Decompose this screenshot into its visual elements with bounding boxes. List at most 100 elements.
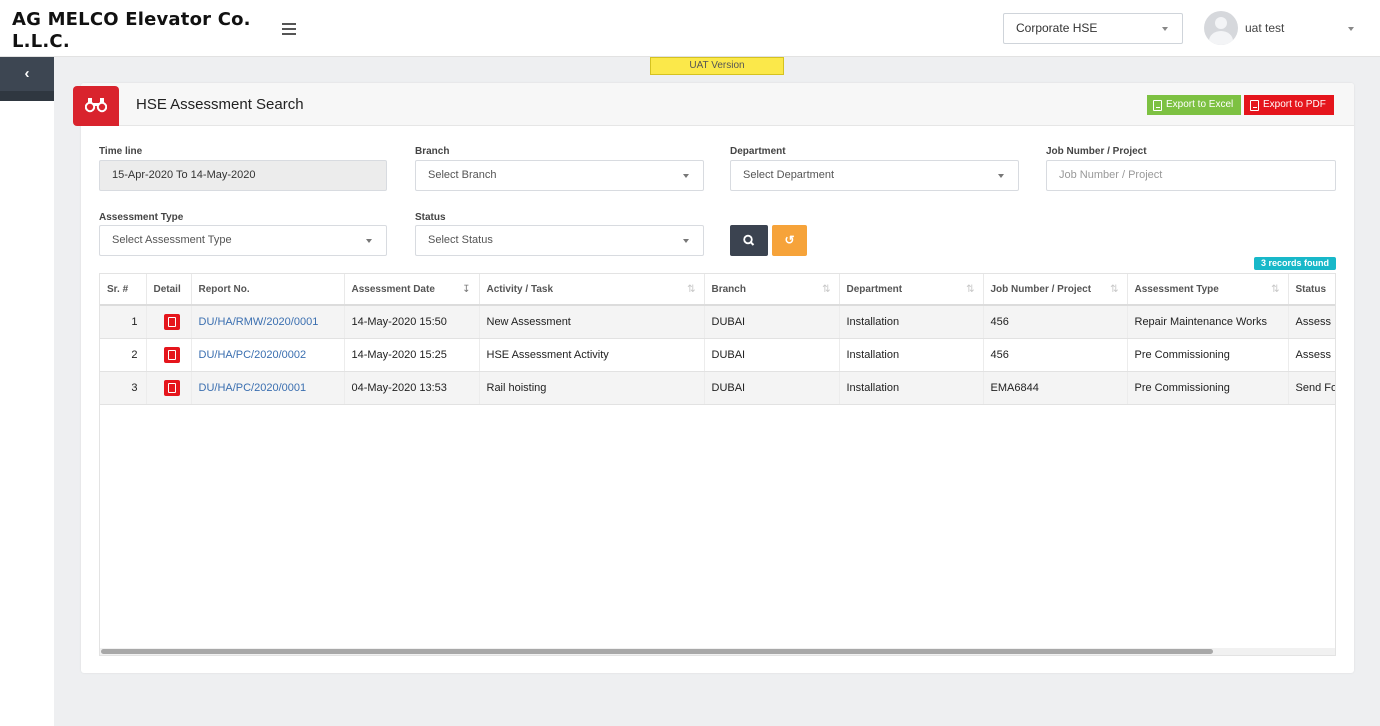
- scrollbar-thumb[interactable]: [101, 649, 1213, 654]
- job-number-field[interactable]: [1046, 160, 1336, 191]
- cell-detail: [146, 305, 192, 339]
- timeline-value: 15-Apr-2020 To 14-May-2020: [112, 169, 256, 181]
- results-table: Sr. # Detail Report No. Assessment Date ↧…: [99, 273, 1336, 656]
- branch-placeholder: Select Branch: [428, 169, 497, 181]
- role-select[interactable]: Corporate HSE: [1003, 13, 1183, 44]
- assessment-type-select[interactable]: Select Assessment Type: [99, 225, 387, 256]
- export-pdf-button[interactable]: Export to PDF: [1244, 95, 1334, 115]
- cell-branch: DUBAI: [704, 338, 840, 372]
- cell-department: Installation: [839, 371, 984, 405]
- cell-assessment-date: 14-May-2020 15:25: [344, 338, 480, 372]
- branch-select[interactable]: Select Branch: [415, 160, 704, 191]
- search-icon: [743, 234, 755, 246]
- status-select[interactable]: Select Status: [415, 225, 704, 256]
- export-excel-label: Export to Excel: [1166, 99, 1234, 110]
- department-select[interactable]: Select Department: [730, 160, 1019, 191]
- sidebar-collapse-button[interactable]: ‹: [0, 57, 54, 101]
- cell-status: Send Fo: [1288, 371, 1335, 405]
- pdf-file-icon: [1250, 100, 1259, 111]
- cell-activity: Rail hoisting: [479, 371, 705, 405]
- brand-logo-text[interactable]: AG MELCO Elevator Co. L.L.C.: [12, 9, 272, 53]
- table-row[interactable]: 3 DU/HA/PC/2020/0001 04-May-2020 13:53 R…: [100, 371, 1335, 405]
- search-button[interactable]: [730, 225, 768, 256]
- sort-icon[interactable]: ⇅: [966, 284, 974, 295]
- cell-activity: New Assessment: [479, 305, 705, 339]
- chevron-down-icon: [1162, 27, 1168, 31]
- chevron-down-icon: [1348, 27, 1354, 31]
- sort-icon[interactable]: ⇅: [822, 284, 830, 295]
- column-header-branch[interactable]: Branch ⇅: [704, 274, 840, 306]
- column-header-job-number[interactable]: Job Number / Project ⇅: [983, 274, 1128, 306]
- assessment-type-label: Assessment Type: [99, 212, 184, 223]
- column-header-activity[interactable]: Activity / Task ⇅: [479, 274, 705, 306]
- table-header-row: Sr. # Detail Report No. Assessment Date ↧…: [100, 274, 1335, 306]
- brand-line-1: AG MELCO Elevator Co.: [12, 9, 251, 30]
- pdf-icon[interactable]: [163, 346, 180, 363]
- report-link[interactable]: DU/HA/PC/2020/0002: [199, 349, 307, 361]
- chevron-down-icon: [683, 174, 689, 178]
- export-pdf-label: Export to PDF: [1263, 99, 1326, 110]
- cell-detail: [146, 338, 192, 372]
- horizontal-scrollbar[interactable]: [100, 648, 1335, 655]
- sort-icon[interactable]: ⇅: [687, 284, 695, 295]
- department-label: Department: [730, 146, 786, 157]
- cell-branch: DUBAI: [704, 371, 840, 405]
- job-number-label: Job Number / Project: [1046, 146, 1147, 157]
- cell-report-no: DU/HA/RMW/2020/0001: [191, 305, 345, 339]
- cell-assessment-type: Repair Maintenance Works: [1127, 305, 1289, 339]
- cell-assessment-date: 04-May-2020 13:53: [344, 371, 480, 405]
- excel-file-icon: [1153, 100, 1162, 111]
- avatar: [1204, 11, 1238, 45]
- cell-report-no: DU/HA/PC/2020/0001: [191, 371, 345, 405]
- assessment-type-placeholder: Select Assessment Type: [112, 234, 232, 246]
- status-label: Status: [415, 212, 446, 223]
- user-menu[interactable]: uat test: [1204, 11, 1364, 45]
- user-name: uat test: [1245, 21, 1285, 35]
- uat-version-badge: UAT Version: [650, 57, 784, 75]
- page-title: HSE Assessment Search: [136, 96, 304, 113]
- column-header-assessment-type[interactable]: Assessment Type ⇅: [1127, 274, 1289, 306]
- table-row[interactable]: 2 DU/HA/PC/2020/0002 14-May-2020 15:25 H…: [100, 338, 1335, 372]
- cell-job-number: EMA6844: [983, 371, 1128, 405]
- sidebar: ‹: [0, 57, 54, 726]
- column-header-assessment-date[interactable]: Assessment Date ↧: [344, 274, 480, 306]
- sort-desc-icon[interactable]: ↧: [462, 284, 470, 295]
- cell-report-no: DU/HA/PC/2020/0002: [191, 338, 345, 372]
- status-placeholder: Select Status: [428, 234, 493, 246]
- sort-icon[interactable]: ⇅: [1271, 284, 1279, 295]
- cell-department: Installation: [839, 338, 984, 372]
- binoculars-icon: [73, 86, 119, 126]
- column-header-department[interactable]: Department ⇅: [839, 274, 984, 306]
- chevron-left-icon: ‹: [24, 65, 30, 82]
- panel-header: HSE Assessment Search Export to Excel Ex…: [73, 83, 1354, 126]
- hamburger-menu-icon[interactable]: [282, 23, 296, 35]
- cell-sr: 3: [100, 371, 147, 405]
- brand-line-2: L.L.C.: [12, 31, 70, 52]
- top-bar: AG MELCO Elevator Co. L.L.C. Corporate H…: [0, 0, 1380, 57]
- pdf-icon[interactable]: [163, 379, 180, 396]
- table-row[interactable]: 1 DU/HA/RMW/2020/0001 14-May-2020 15:50 …: [100, 305, 1335, 339]
- timeline-label: Time line: [99, 146, 143, 157]
- column-header-status[interactable]: Status: [1288, 274, 1335, 306]
- cell-job-number: 456: [983, 338, 1128, 372]
- cell-status: Assess: [1288, 338, 1335, 372]
- job-number-input[interactable]: [1059, 169, 1329, 181]
- column-header-sr[interactable]: Sr. #: [100, 274, 147, 306]
- cell-job-number: 456: [983, 305, 1128, 339]
- pdf-icon[interactable]: [163, 313, 180, 330]
- timeline-field[interactable]: 15-Apr-2020 To 14-May-2020: [99, 160, 387, 191]
- cell-sr: 1: [100, 305, 147, 339]
- cell-assessment-date: 14-May-2020 15:50: [344, 305, 480, 339]
- cell-status: Assess: [1288, 305, 1335, 339]
- column-header-report-no[interactable]: Report No.: [191, 274, 345, 306]
- sort-icon[interactable]: ⇅: [1110, 284, 1118, 295]
- report-link[interactable]: DU/HA/PC/2020/0001: [199, 382, 307, 394]
- cell-assessment-type: Pre Commissioning: [1127, 371, 1289, 405]
- reset-button[interactable]: ↺: [772, 225, 807, 256]
- reset-icon: ↺: [784, 233, 795, 247]
- cell-activity: HSE Assessment Activity: [479, 338, 705, 372]
- export-excel-button[interactable]: Export to Excel: [1147, 95, 1241, 115]
- report-link[interactable]: DU/HA/RMW/2020/0001: [199, 316, 319, 328]
- cell-sr: 2: [100, 338, 147, 372]
- assessment-search-panel: HSE Assessment Search Export to Excel Ex…: [73, 83, 1354, 673]
